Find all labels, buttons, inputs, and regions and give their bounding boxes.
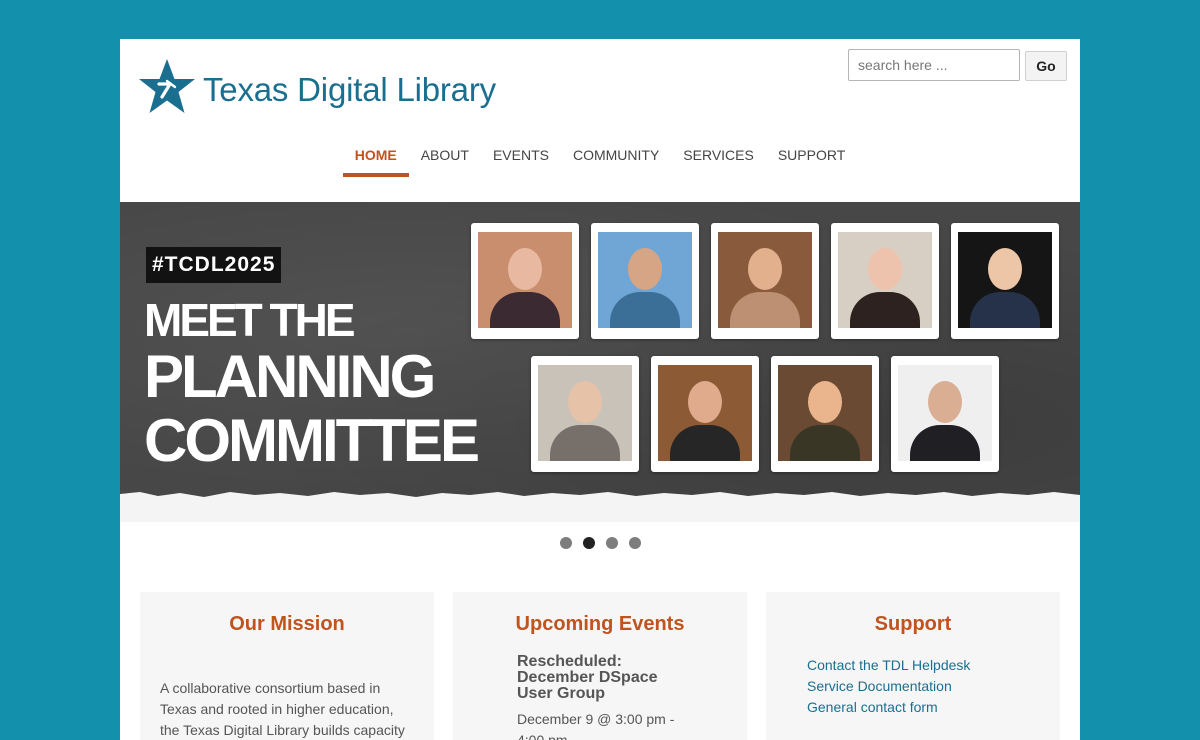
carousel-dot[interactable]	[605, 537, 618, 549]
star-logo-icon	[139, 59, 195, 113]
committee-photo	[951, 223, 1059, 339]
nav-support[interactable]: SUPPORT	[766, 145, 857, 177]
page-container: Texas Digital Library Go HOME ABOUT EVEN…	[120, 39, 1080, 740]
mission-title: Our Mission	[229, 613, 345, 635]
committee-photo	[831, 223, 939, 339]
carousel-dot[interactable]	[559, 537, 572, 549]
main-nav: HOME ABOUT EVENTS COMMUNITY SERVICES SUP…	[120, 145, 1080, 177]
nav-services[interactable]: SERVICES	[671, 145, 766, 177]
nav-community[interactable]: COMMUNITY	[561, 145, 671, 177]
committee-photo	[771, 356, 879, 472]
support-link-contact-form[interactable]: General contact form	[807, 697, 970, 718]
support-title: Support	[874, 613, 952, 635]
committee-photo	[471, 223, 579, 339]
hero-headline-line-2: PLANNING	[144, 343, 436, 410]
committee-photo	[531, 356, 639, 472]
search-input[interactable]	[848, 49, 1020, 81]
committee-photo	[591, 223, 699, 339]
committee-photo	[891, 356, 999, 472]
nav-about[interactable]: ABOUT	[409, 145, 481, 177]
mission-panel: Our Mission A collaborative consortium b…	[140, 592, 434, 740]
mission-text: A collaborative consortium based in Texa…	[160, 680, 405, 738]
support-link-documentation[interactable]: Service Documentation	[807, 676, 970, 697]
torn-paper-edge	[120, 492, 1080, 522]
events-panel: Upcoming Events Rescheduled: December DS…	[453, 592, 747, 740]
carousel-dot-active[interactable]	[582, 537, 595, 549]
hero-banner[interactable]: #TCDL2025 MEET THE PLANNING COMMITTEE	[120, 202, 1080, 522]
hero-headline-line-3: COMMITTEE	[144, 407, 480, 474]
support-link-helpdesk[interactable]: Contact the TDL Helpdesk	[807, 655, 970, 676]
nav-home[interactable]: HOME	[342, 145, 409, 177]
logo-text: Texas Digital Library	[203, 71, 496, 108]
search-go-button[interactable]: Go	[1025, 51, 1067, 81]
carousel-dots	[120, 537, 1080, 549]
nav-events[interactable]: EVENTS	[481, 145, 561, 177]
hero-headline: MEET THE PLANNING COMMITTEE	[144, 294, 480, 474]
hero-headline-line-1: MEET THE	[144, 294, 356, 346]
events-title: Upcoming Events	[515, 613, 685, 635]
site-logo[interactable]: Texas Digital Library	[137, 57, 517, 117]
event-title-link[interactable]: Rescheduled: December DSpace User Group	[517, 654, 697, 702]
committee-photo	[651, 356, 759, 472]
carousel-dot[interactable]	[628, 537, 641, 549]
committee-photo	[711, 223, 819, 339]
support-panel: Support Contact the TDL Helpdesk Service…	[766, 592, 1060, 740]
hero-hashtag: #TCDL2025	[146, 247, 282, 283]
support-links: Contact the TDL Helpdesk Service Documen…	[807, 655, 970, 718]
event-date: December 9 @ 3:00 pm - 4:00 pm	[517, 711, 675, 740]
